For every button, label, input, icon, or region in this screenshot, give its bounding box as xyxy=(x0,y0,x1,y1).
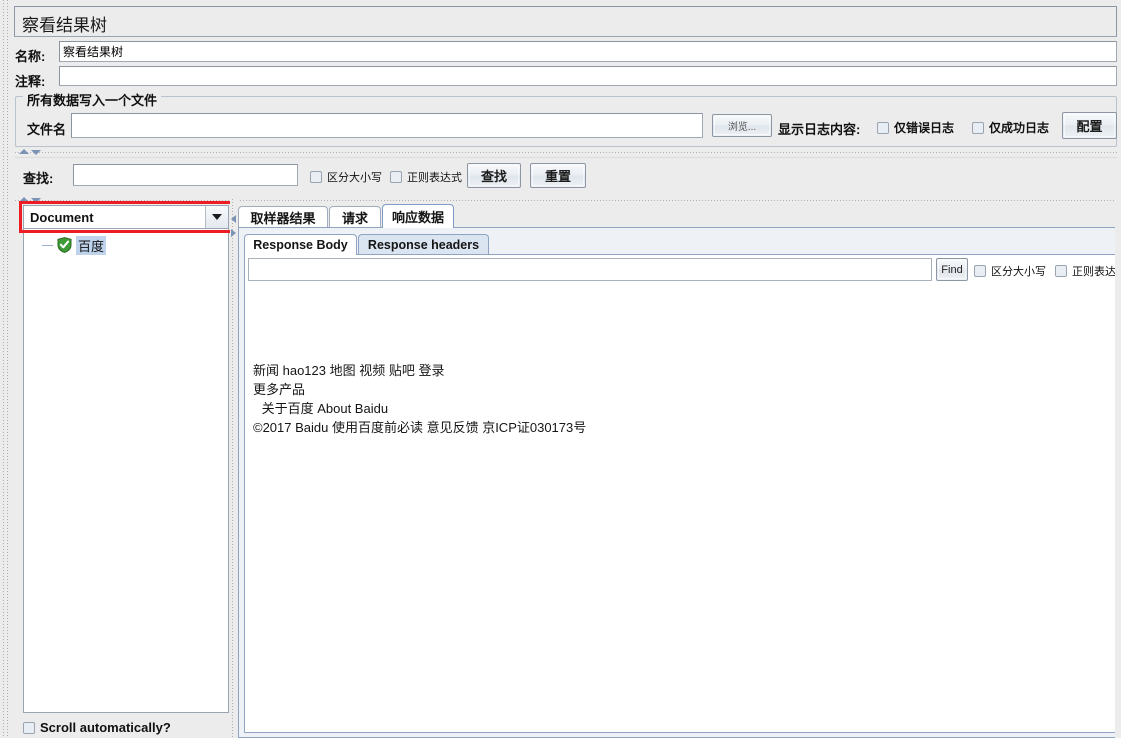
scroll-automatically-label: Scroll automatically? xyxy=(40,720,171,735)
right-rail xyxy=(1115,199,1121,738)
response-body-line: ©2017 Baidu 使用百度前必读 意见反馈 京ICP证030173号 xyxy=(247,418,1115,437)
chevron-down-icon[interactable] xyxy=(31,198,41,203)
renderer-combobox-value: Document xyxy=(24,210,205,225)
scroll-automatically-checkbox[interactable]: Scroll automatically? xyxy=(23,720,171,735)
results-tree[interactable]: 百度 xyxy=(23,229,229,713)
left-dotted-rail xyxy=(0,0,9,738)
main-panel: 察看结果树 名称: 察看结果树 注释: 所有数据写入一个文件 文件名 浏览...… xyxy=(9,0,1121,738)
checkbox-box xyxy=(1055,265,1067,277)
tab-response-data[interactable]: 响应数据 xyxy=(382,204,454,228)
sampler-detail-panel: 取样器结果 请求 响应数据 Response Body Response hea… xyxy=(238,206,1121,738)
collapse-divider-bottom[interactable] xyxy=(15,196,1117,205)
checkbox-box xyxy=(877,122,889,134)
response-body-pane: Find 区分大小写 正则表达式 新闻 hao123 xyxy=(244,254,1118,733)
search-case-sensitive-label: 区分大小写 xyxy=(327,169,382,185)
chevron-down-icon[interactable] xyxy=(31,150,41,155)
checkbox-box xyxy=(974,265,986,277)
response-case-sensitive-checkbox[interactable]: 区分大小写 xyxy=(974,263,1046,279)
tree-expand-handle xyxy=(42,245,53,246)
response-regex-label: 正则表达式 xyxy=(1072,263,1121,279)
name-input[interactable]: 察看结果树 xyxy=(59,41,1117,62)
filename-label: 文件名 xyxy=(27,119,66,138)
response-regex-checkbox[interactable]: 正则表达式 xyxy=(1055,263,1121,279)
response-body-top-spacer-2 xyxy=(247,323,1115,361)
response-find-input[interactable] xyxy=(248,258,932,281)
response-body-top-spacer xyxy=(247,285,1115,323)
comment-input[interactable] xyxy=(59,66,1117,86)
page-title: 察看结果树 xyxy=(22,11,107,36)
chevron-up-icon[interactable] xyxy=(19,149,29,154)
results-tree-panel: Document 百度 xyxy=(23,205,229,738)
success-shield-icon xyxy=(57,237,72,253)
chevron-down-icon[interactable] xyxy=(205,206,228,228)
subtab-response-headers[interactable]: Response headers xyxy=(358,234,489,255)
search-find-button[interactable]: 查找 xyxy=(467,163,521,188)
response-find-button[interactable]: Find xyxy=(936,258,968,281)
comment-label: 注释: xyxy=(15,71,45,90)
successes-only-checkbox[interactable]: 仅成功日志 xyxy=(972,119,1049,136)
chevron-right-icon[interactable] xyxy=(231,229,236,237)
chevron-up-icon[interactable] xyxy=(19,197,29,202)
search-input[interactable] xyxy=(73,164,298,186)
tree-item[interactable]: 百度 xyxy=(42,236,228,254)
tree-item-label: 百度 xyxy=(76,236,106,255)
collapse-divider-top[interactable] xyxy=(15,148,1117,157)
search-label: 查找: xyxy=(23,168,53,187)
tab-sampler-result[interactable]: 取样器结果 xyxy=(238,206,328,228)
errors-only-checkbox[interactable]: 仅错误日志 xyxy=(877,119,954,136)
panel-title-bar: 察看结果树 xyxy=(14,6,1117,37)
write-all-data-legend: 所有数据写入一个文件 xyxy=(23,90,161,109)
search-reset-button[interactable]: 重置 xyxy=(530,163,586,188)
search-regex-checkbox[interactable]: 正则表达式 xyxy=(390,169,462,185)
tab-request[interactable]: 请求 xyxy=(329,206,381,228)
subtab-response-body[interactable]: Response Body xyxy=(244,234,357,255)
view-results-tree-panel: 察看结果树 名称: 察看结果树 注释: 所有数据写入一个文件 文件名 浏览...… xyxy=(0,0,1121,738)
search-regex-label: 正则表达式 xyxy=(407,169,462,185)
configure-button[interactable]: 配置 xyxy=(1062,112,1117,139)
successes-only-label: 仅成功日志 xyxy=(989,119,1049,136)
checkbox-box xyxy=(310,171,322,183)
response-case-sensitive-label: 区分大小写 xyxy=(991,263,1046,279)
browse-button[interactable]: 浏览... xyxy=(712,114,772,137)
checkbox-box xyxy=(972,122,984,134)
response-body-line: 关于百度 About Baidu xyxy=(247,399,1115,418)
search-case-sensitive-checkbox[interactable]: 区分大小写 xyxy=(310,169,382,185)
response-data-pane: Response Body Response headers Find 区分大小… xyxy=(238,227,1121,738)
errors-only-label: 仅错误日志 xyxy=(894,119,954,136)
response-body-line: 更多产品 xyxy=(247,380,1115,399)
log-content-label: 显示日志内容: xyxy=(778,119,860,138)
name-label: 名称: xyxy=(15,46,45,65)
response-body-content[interactable]: 新闻 hao123 地图 视频 贴吧 登录 更多产品 关于百度 About Ba… xyxy=(247,285,1115,731)
chevron-left-icon[interactable] xyxy=(231,215,236,223)
filename-input[interactable] xyxy=(71,113,703,138)
response-body-line: 新闻 hao123 地图 视频 贴吧 登录 xyxy=(247,361,1115,380)
checkbox-box xyxy=(23,722,35,734)
detail-tabstrip: 取样器结果 请求 响应数据 xyxy=(238,206,1121,228)
checkbox-box xyxy=(390,171,402,183)
panel-splitter[interactable] xyxy=(230,199,238,738)
response-find-toolbar: Find 区分大小写 正则表达式 xyxy=(247,257,1115,283)
renderer-combobox[interactable]: Document xyxy=(23,205,229,229)
